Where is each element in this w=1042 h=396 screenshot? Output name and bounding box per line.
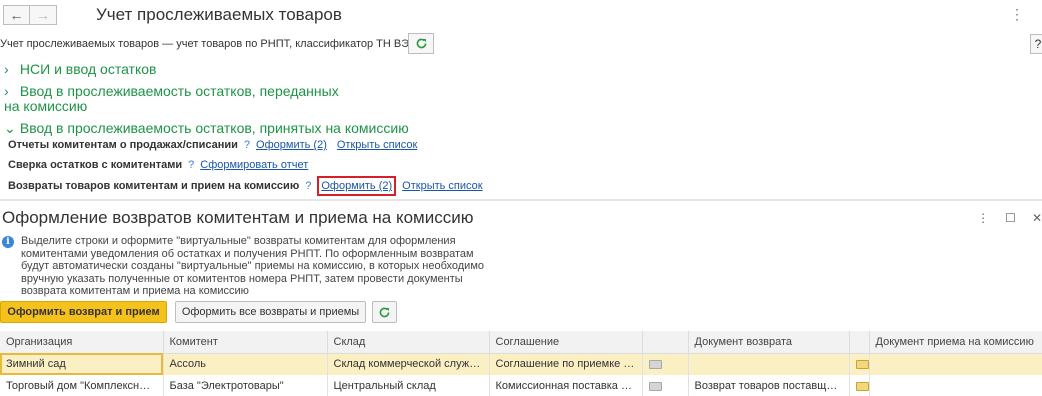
chevron-down-icon: ⌄ <box>4 120 16 136</box>
cell-accept-document[interactable] <box>869 375 1042 396</box>
chevron-right-icon: › <box>4 61 9 77</box>
table-row[interactable]: Торговый дом "Комплексный" База "Электро… <box>0 375 1042 396</box>
open-returns-list-link[interactable]: Открыть список <box>402 180 482 192</box>
cell-return-document[interactable]: Возврат товаров поставщик... <box>688 375 850 396</box>
cell-warehouse[interactable]: Склад коммерческой службы <box>327 353 490 375</box>
cell-return-flag[interactable] <box>642 353 689 375</box>
col-return-document[interactable]: Документ возврата <box>688 331 850 354</box>
cell-warehouse[interactable]: Центральный склад <box>327 375 490 396</box>
issue-returns-link[interactable]: Оформить (2) <box>317 176 397 196</box>
issue-reports-link[interactable]: Оформить (2) <box>256 139 327 151</box>
group-nsi[interactable]: › НСИ и ввод остатков <box>4 62 156 77</box>
col-agreement[interactable]: Соглашение <box>489 331 643 354</box>
cell-agreement[interactable]: Комиссионная поставка б... <box>489 375 643 396</box>
table-row[interactable]: Зимний сад Ассоль Склад коммерческой слу… <box>0 353 1042 375</box>
open-reports-list-link[interactable]: Открыть список <box>337 139 417 151</box>
window-title: Учет прослеживаемых товаров <box>96 5 342 24</box>
col-return-flag[interactable] <box>642 331 689 354</box>
cell-organization[interactable]: Зимний сад <box>0 353 164 375</box>
document-icon <box>648 359 662 369</box>
close-icon[interactable]: ✕ <box>1032 211 1042 225</box>
document-icon <box>648 381 662 391</box>
col-committent[interactable]: Комитент <box>163 331 328 354</box>
cell-return-document[interactable] <box>688 353 850 375</box>
chevron-right-icon: › <box>4 83 9 99</box>
group-label: НСИ и ввод остатков <box>19 61 157 77</box>
help-button[interactable]: ? <box>1030 34 1042 54</box>
row-reconciliation: Сверка остатков с комитентами ? Сформиро… <box>8 159 318 171</box>
subform-title: Оформление возвратов комитентам и приема… <box>2 208 474 227</box>
back-arrow-icon[interactable]: ← <box>3 5 30 25</box>
info-icon: i <box>2 236 14 248</box>
refresh-icon <box>379 307 390 317</box>
group-passed-to-commission[interactable]: › Ввод в прослеживаемость остатков, пере… <box>4 84 344 114</box>
refresh-button[interactable] <box>408 33 434 54</box>
document-icon <box>855 359 868 369</box>
col-accept-document[interactable]: Документ приема на комиссию <box>869 331 1042 354</box>
more-actions-icon[interactable]: ⋮ <box>977 211 989 225</box>
group-label: Ввод в прослеживаемость остатков, принят… <box>19 120 409 136</box>
more-actions-icon[interactable]: ⋮ <box>1010 6 1024 23</box>
info-message: Выделите строки и оформите "виртуальные"… <box>21 235 485 298</box>
col-organization[interactable]: Организация <box>0 331 164 354</box>
table-header: Организация Комитент Склад Соглашение До… <box>0 331 1042 354</box>
cell-agreement[interactable]: Соглашение по приемке н... <box>489 353 643 375</box>
issue-all-button[interactable]: Оформить все возвраты и приемы <box>175 301 366 323</box>
refresh-icon <box>416 38 426 49</box>
returns-table: Организация Комитент Склад Соглашение До… <box>0 331 1042 396</box>
issue-return-and-accept-button[interactable]: Оформить возврат и прием <box>0 301 167 323</box>
col-accept-flag[interactable] <box>849 331 870 354</box>
group-accepted-for-commission[interactable]: ⌄ Ввод в прослеживаемость остатков, прин… <box>4 121 409 136</box>
group-label: Ввод в прослеживаемость остатков, переда… <box>4 83 339 114</box>
cell-committent[interactable]: Ассоль <box>163 353 328 375</box>
window-description: Учет прослеживаемых товаров — учет товар… <box>0 38 420 50</box>
cell-accept-document[interactable] <box>869 353 1042 375</box>
cell-organization[interactable]: Торговый дом "Комплексный" <box>0 375 164 396</box>
window-separator <box>0 199 1042 201</box>
navigation-buttons: ← → <box>3 5 57 25</box>
cell-accept-flag[interactable] <box>849 353 870 375</box>
question-icon[interactable]: ? <box>244 139 250 151</box>
row-label: Сверка остатков с комитентами <box>8 159 183 171</box>
row-label: Возвраты товаров комитентам и прием на к… <box>8 180 300 192</box>
cell-return-flag[interactable] <box>642 375 689 396</box>
question-icon[interactable]: ? <box>188 159 194 171</box>
generate-report-link[interactable]: Сформировать отчет <box>200 159 308 171</box>
row-returns: Возвраты товаров комитентам и прием на к… <box>8 176 493 196</box>
subform-controls: ⋮ ☐ ✕ <box>977 211 1042 225</box>
document-icon <box>855 381 868 391</box>
col-warehouse[interactable]: Склад <box>327 331 490 354</box>
cell-accept-flag[interactable] <box>849 375 870 396</box>
table-refresh-button[interactable] <box>372 301 397 323</box>
row-reports: Отчеты комитентам о продажах/списании ? … <box>8 139 427 151</box>
cell-committent[interactable]: База "Электротовары" <box>163 375 328 396</box>
question-icon[interactable]: ? <box>305 180 311 192</box>
row-label: Отчеты комитентам о продажах/списании <box>8 139 238 151</box>
forward-arrow-icon[interactable]: → <box>30 5 57 25</box>
maximize-icon[interactable]: ☐ <box>1005 211 1016 225</box>
